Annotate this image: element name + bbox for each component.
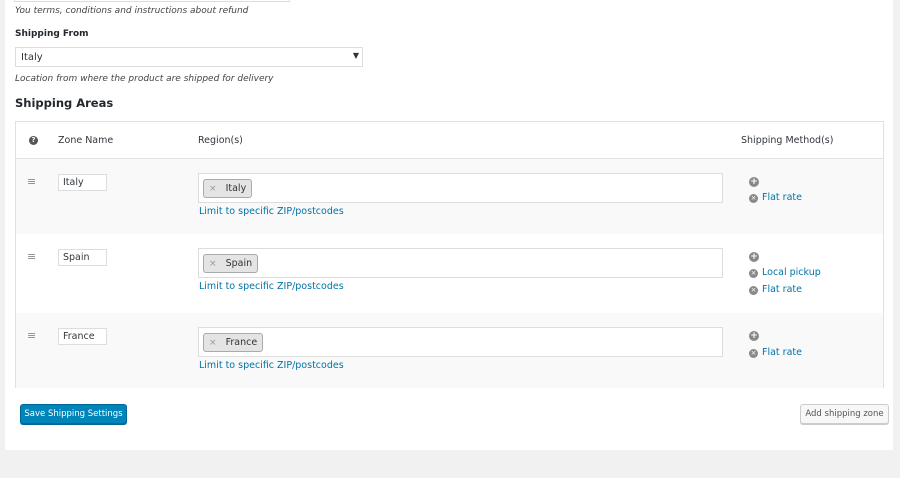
shipping-method-link[interactable]: × Local pickup <box>749 267 821 278</box>
region-tag-label: France <box>225 337 258 348</box>
remove-icon[interactable]: × <box>209 259 217 269</box>
region-tag: × Spain <box>203 254 259 273</box>
drag-handle-icon[interactable]: ≡ <box>27 176 36 187</box>
remove-icon[interactable]: × <box>209 338 217 348</box>
drag-handle-icon[interactable]: ≡ <box>27 330 36 341</box>
table-row: ≡ Italy × Italy Limit to specific ZIP/po… <box>16 159 883 234</box>
shipping-zones-table: ? Zone Name Region(s) Shipping Method(s)… <box>15 121 884 388</box>
shipping-areas-title: Shipping Areas <box>15 96 114 110</box>
region-tag: × France <box>203 333 264 352</box>
add-method-icon[interactable]: + <box>749 252 759 262</box>
region-tag: × Italy <box>203 179 253 198</box>
shipping-method-link[interactable]: × Flat rate <box>749 284 802 295</box>
region-select[interactable]: × France <box>198 327 723 357</box>
zone-name-input[interactable]: Italy <box>58 174 107 191</box>
refund-hint: You terms, conditions and instructions a… <box>15 6 249 16</box>
drag-handle-icon[interactable]: ≡ <box>27 251 36 262</box>
shipping-method-label: Flat rate <box>762 347 802 358</box>
refund-policy-input[interactable] <box>14 0 290 2</box>
shipping-from-select[interactable]: Italy ▼ <box>15 47 363 67</box>
shipping-method-label: Local pickup <box>762 267 821 278</box>
save-shipping-settings-button[interactable]: Save Shipping Settings <box>20 404 127 424</box>
regions-header: Region(s) <box>198 135 243 146</box>
remove-method-icon[interactable]: × <box>749 349 758 358</box>
shipping-method-label: Flat rate <box>762 192 802 203</box>
region-select[interactable]: × Italy <box>198 173 723 203</box>
region-select[interactable]: × Spain <box>198 248 723 278</box>
remove-method-icon[interactable]: × <box>749 286 758 295</box>
zone-name-header: Zone Name <box>58 135 114 146</box>
shipping-from-value: Italy <box>21 52 43 63</box>
settings-panel: You terms, conditions and instructions a… <box>5 0 893 450</box>
limit-postcodes-link[interactable]: Limit to specific ZIP/postcodes <box>199 281 344 292</box>
chevron-down-icon: ▼ <box>352 51 359 60</box>
shipping-from-hint: Location from where the product are ship… <box>15 74 274 84</box>
add-method-icon[interactable]: + <box>749 177 759 187</box>
limit-postcodes-link[interactable]: Limit to specific ZIP/postcodes <box>199 360 344 371</box>
add-shipping-zone-button[interactable]: Add shipping zone <box>800 404 889 424</box>
help-icon[interactable]: ? <box>29 136 38 145</box>
region-tag-label: Spain <box>225 258 253 269</box>
table-header: ? Zone Name Region(s) Shipping Method(s) <box>16 122 883 159</box>
table-row: ≡ France × France Limit to specific ZIP/… <box>16 313 883 388</box>
shipping-method-label: Flat rate <box>762 284 802 295</box>
shipping-from-label: Shipping From <box>15 29 89 39</box>
zone-name-input[interactable]: France <box>58 328 107 345</box>
shipping-method-link[interactable]: × Flat rate <box>749 192 802 203</box>
remove-method-icon[interactable]: × <box>749 194 758 203</box>
shipping-methods-header: Shipping Method(s) <box>741 135 834 146</box>
add-method-icon[interactable]: + <box>749 331 759 341</box>
region-tag-label: Italy <box>225 183 247 194</box>
remove-icon[interactable]: × <box>209 184 217 194</box>
zone-name-input[interactable]: Spain <box>58 249 107 266</box>
table-row: ≡ Spain × Spain Limit to specific ZIP/po… <box>16 234 883 313</box>
shipping-method-link[interactable]: × Flat rate <box>749 347 802 358</box>
remove-method-icon[interactable]: × <box>749 269 758 278</box>
limit-postcodes-link[interactable]: Limit to specific ZIP/postcodes <box>199 206 344 217</box>
